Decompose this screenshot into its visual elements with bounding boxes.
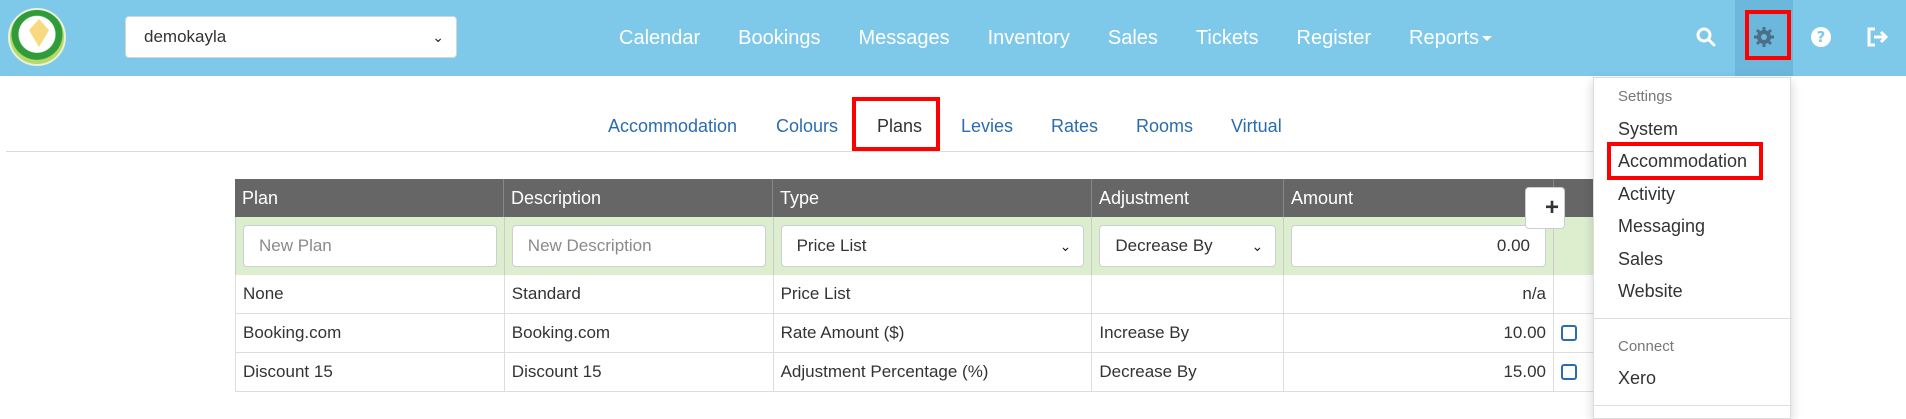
new-description-input[interactable]: New Description: [511, 225, 766, 267]
row-plan: Discount 15: [236, 353, 505, 391]
column-description: Description: [504, 179, 773, 217]
svg-text:?: ?: [1817, 28, 1826, 46]
row-description: Booking.com: [505, 314, 774, 352]
nav-register[interactable]: Register: [1297, 27, 1371, 50]
dropdown-header-settings: Settings: [1618, 88, 1673, 105]
dropdown-item-website[interactable]: Website: [1618, 281, 1683, 302]
logout-icon: [1867, 27, 1888, 47]
top-navigation-bar: demokayla ⌄ Calendar Bookings Messages I…: [0, 0, 1906, 76]
tab-colours[interactable]: Colours: [776, 116, 838, 137]
dropdown-header-connect: Connect: [1618, 338, 1674, 355]
table-header: Plan Description Type Adjustment Amount: [235, 179, 1605, 217]
row-amount: 10.00: [1284, 314, 1555, 352]
nav-messages[interactable]: Messages: [858, 27, 949, 50]
nav-tickets[interactable]: Tickets: [1196, 27, 1259, 50]
caret-down-icon: [1482, 35, 1493, 41]
help-icon: ?: [1811, 27, 1831, 47]
row-amount: 15.00: [1284, 353, 1555, 391]
chevron-down-icon: ⌄: [432, 29, 444, 45]
table-row: Discount 15 Discount 15 Adjustment Perce…: [235, 353, 1605, 392]
account-select-value: demokayla: [144, 27, 227, 46]
nav-inventory[interactable]: Inventory: [988, 27, 1070, 50]
row-adjustment: Increase By: [1092, 314, 1285, 352]
adjustment-select-value: Decrease By: [1115, 236, 1213, 255]
dropdown-item-xero[interactable]: Xero: [1618, 368, 1656, 389]
app-logo[interactable]: [8, 8, 66, 66]
row-adjustment: Decrease By: [1092, 353, 1285, 391]
edit-icon[interactable]: [1561, 325, 1578, 341]
row-type: Adjustment Percentage (%): [774, 353, 1093, 391]
help-button[interactable]: ?: [1798, 14, 1844, 60]
row-amount: n/a: [1284, 275, 1555, 313]
row-type: Rate Amount ($): [774, 314, 1093, 352]
nav-calendar[interactable]: Calendar: [619, 27, 700, 50]
table-row: None Standard Price List n/a: [235, 275, 1605, 314]
account-select[interactable]: demokayla ⌄: [125, 16, 457, 58]
row-plan: Booking.com: [236, 314, 505, 352]
column-amount: Amount: [1284, 179, 1554, 217]
logout-button[interactable]: [1853, 14, 1899, 60]
type-select-cell: Price List ⌄: [774, 217, 1093, 275]
add-plan-button[interactable]: +: [1525, 187, 1565, 229]
type-select[interactable]: Price List ⌄: [780, 225, 1085, 267]
tab-rooms[interactable]: Rooms: [1136, 116, 1193, 137]
search-button[interactable]: [1683, 14, 1729, 60]
dropdown-divider: [1594, 318, 1792, 319]
dropdown-item-sales[interactable]: Sales: [1618, 249, 1663, 270]
row-description: Discount 15: [505, 353, 774, 391]
edit-icon[interactable]: [1561, 364, 1578, 380]
settings-dropdown: Settings System Accommodation Activity M…: [1593, 77, 1792, 419]
dropdown-item-system[interactable]: System: [1618, 119, 1678, 140]
new-plan-cell: New Plan: [236, 217, 505, 275]
dropdown-accommodation-highlight: [1607, 142, 1763, 180]
tab-plans-highlight: [852, 97, 940, 151]
tab-rates[interactable]: Rates: [1051, 116, 1098, 137]
row-description: Standard: [505, 275, 774, 313]
new-plan-row: New Plan New Description Price List ⌄ Dec…: [235, 187, 1605, 275]
amount-input-cell: 0.00: [1284, 217, 1555, 275]
nav-bookings[interactable]: Bookings: [738, 27, 820, 50]
chevron-down-icon: ⌄: [1251, 238, 1264, 254]
row-adjustment: [1092, 275, 1285, 313]
adjustment-select[interactable]: Decrease By ⌄: [1099, 225, 1277, 267]
dropdown-item-activity[interactable]: Activity: [1618, 184, 1675, 205]
new-plan-input[interactable]: New Plan: [243, 225, 497, 267]
amount-input[interactable]: 0.00: [1291, 225, 1547, 267]
new-description-cell: New Description: [505, 217, 774, 275]
tab-levies[interactable]: Levies: [961, 116, 1013, 137]
tab-accommodation[interactable]: Accommodation: [608, 116, 737, 137]
settings-button-highlight: [1745, 10, 1791, 60]
column-adjustment: Adjustment: [1092, 179, 1284, 217]
main-nav: Calendar Bookings Messages Inventory Sal…: [600, 0, 1511, 76]
row-type: Price List: [774, 275, 1093, 313]
table-row: Booking.com Booking.com Rate Amount ($) …: [235, 314, 1605, 353]
nav-reports-label: Reports: [1409, 26, 1480, 49]
type-select-value: Price List: [796, 236, 867, 255]
dropdown-divider: [1594, 405, 1792, 406]
dropdown-item-messaging[interactable]: Messaging: [1618, 216, 1705, 237]
nav-reports[interactable]: Reports: [1409, 26, 1493, 50]
nav-sales[interactable]: Sales: [1108, 27, 1158, 50]
tab-virtual[interactable]: Virtual: [1231, 116, 1282, 137]
adjustment-select-cell: Decrease By ⌄: [1092, 217, 1285, 275]
plans-table: Plan Description Type Adjustment Amount …: [235, 179, 1605, 392]
row-plan: None: [236, 275, 505, 313]
chevron-down-icon: ⌄: [1059, 238, 1072, 254]
column-plan: Plan: [235, 179, 504, 217]
tabs-divider: [6, 151, 1600, 152]
column-type: Type: [773, 179, 1092, 217]
search-icon: [1696, 27, 1716, 47]
